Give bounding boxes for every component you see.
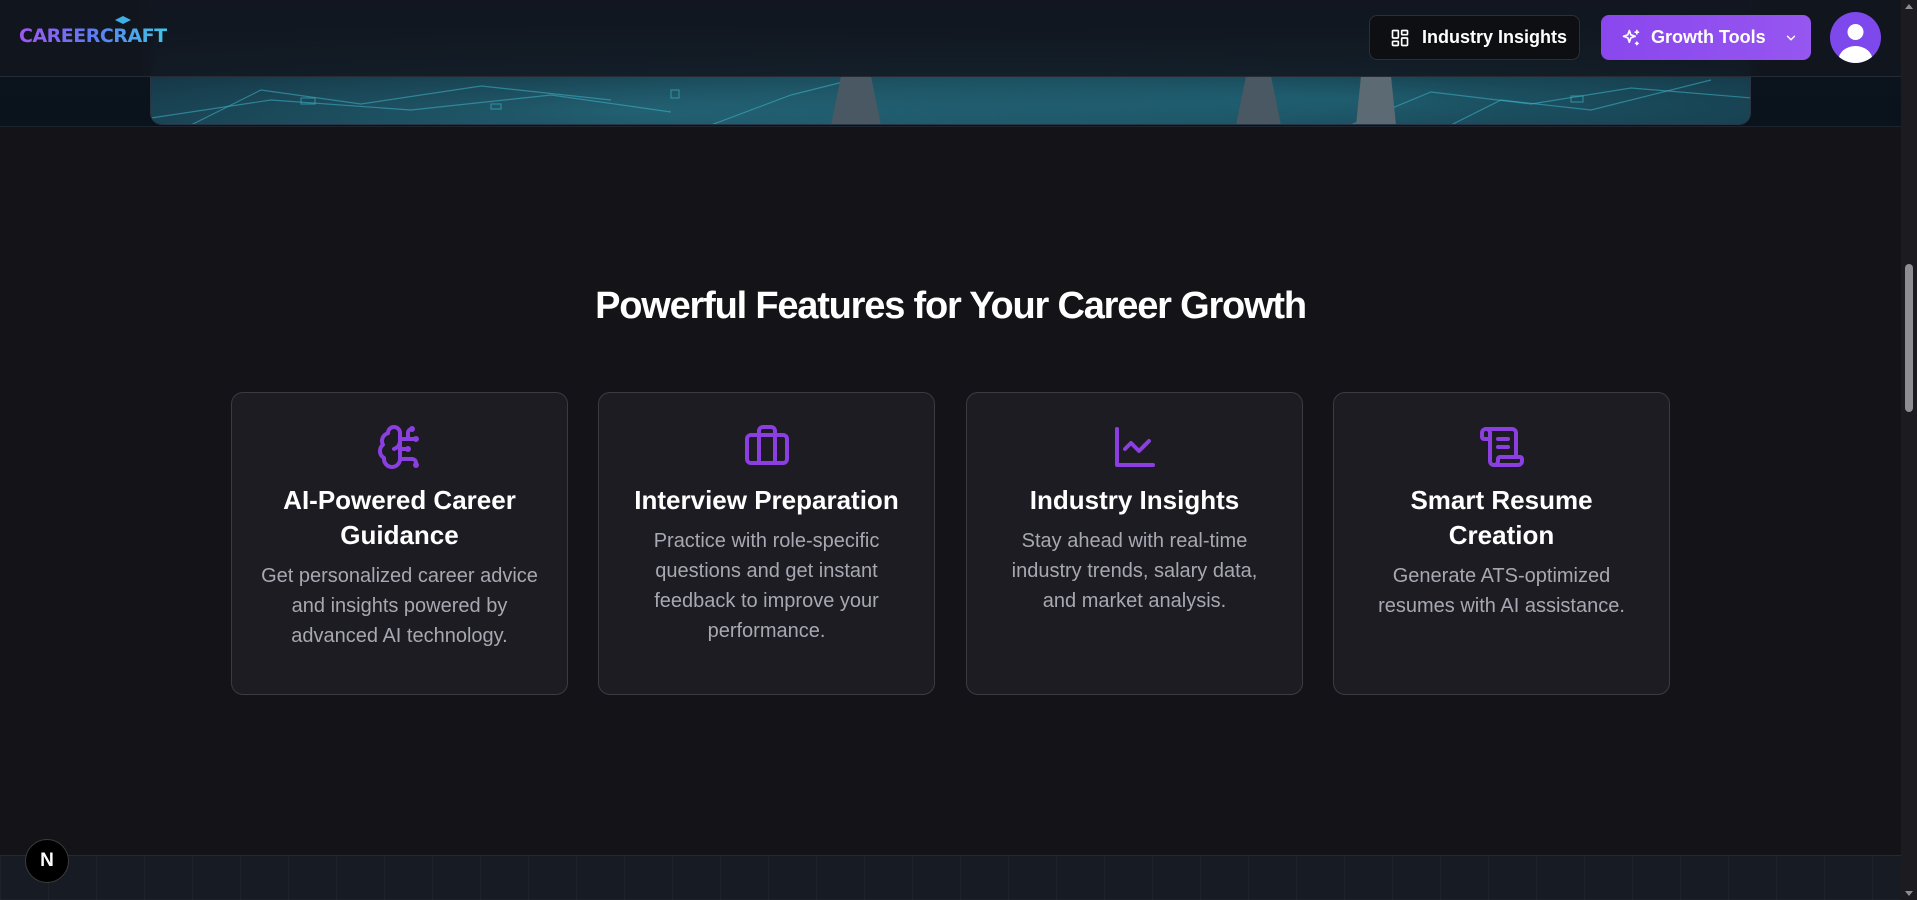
feature-title: Industry Insights — [1029, 485, 1240, 515]
line-chart-icon — [1114, 427, 1155, 467]
briefcase-icon — [744, 425, 789, 465]
feature-title: Interview Preparation — [634, 485, 899, 515]
nextjs-dev-badge[interactable]: N — [25, 839, 69, 883]
industry-insights-button[interactable]: Industry Insights — [1369, 15, 1580, 60]
next-section-preview — [0, 855, 1901, 900]
industry-insights-label: Industry Insights — [1422, 27, 1568, 47]
logo[interactable]: CAREERCRAFT — [19, 25, 167, 47]
chevron-down-icon — [1786, 35, 1795, 40]
top-navbar: CAREERCRAFT Industry Insights Growth Too… — [0, 0, 1901, 77]
feature-description: Generate ATS-optimized resumes with AI a… — [1378, 565, 1625, 617]
layout-dashboard-icon — [1391, 29, 1409, 46]
scroll-text-icon — [1479, 427, 1524, 467]
sparkles-icon — [1622, 29, 1640, 46]
scroll-down-arrow-icon[interactable] — [1905, 891, 1913, 896]
scroll-up-arrow-icon[interactable] — [1905, 4, 1913, 9]
feature-description: Practice with role-specific questions an… — [653, 530, 880, 642]
feature-card-resume: Smart Resume Creation Generate ATS-optim… — [1333, 392, 1670, 695]
feature-card-ai-guidance: AI-Powered Career Guidance Get personali… — [231, 392, 568, 695]
brain-circuit-icon — [377, 425, 419, 469]
scroll-thumb[interactable] — [1905, 264, 1913, 412]
user-icon — [1838, 24, 1873, 63]
user-avatar[interactable] — [1830, 12, 1881, 63]
growth-tools-button[interactable]: Growth Tools — [1601, 15, 1811, 60]
page-scrollbar[interactable] — [1901, 0, 1917, 900]
feature-description: Get personalized career advice and insig… — [261, 565, 538, 647]
features-heading: Powerful Features for Your Career Growth — [595, 285, 1307, 327]
feature-title: AI-Powered Career Guidance — [283, 485, 516, 550]
feature-description: Stay ahead with real-time industry trend… — [1011, 530, 1258, 612]
feature-card-interview: Interview Preparation Practice with role… — [598, 392, 935, 695]
feature-title: Smart Resume Creation — [1410, 485, 1593, 550]
feature-card-industry: Industry Insights Stay ahead with real-t… — [966, 392, 1303, 695]
growth-tools-label: Growth Tools — [1651, 27, 1766, 47]
